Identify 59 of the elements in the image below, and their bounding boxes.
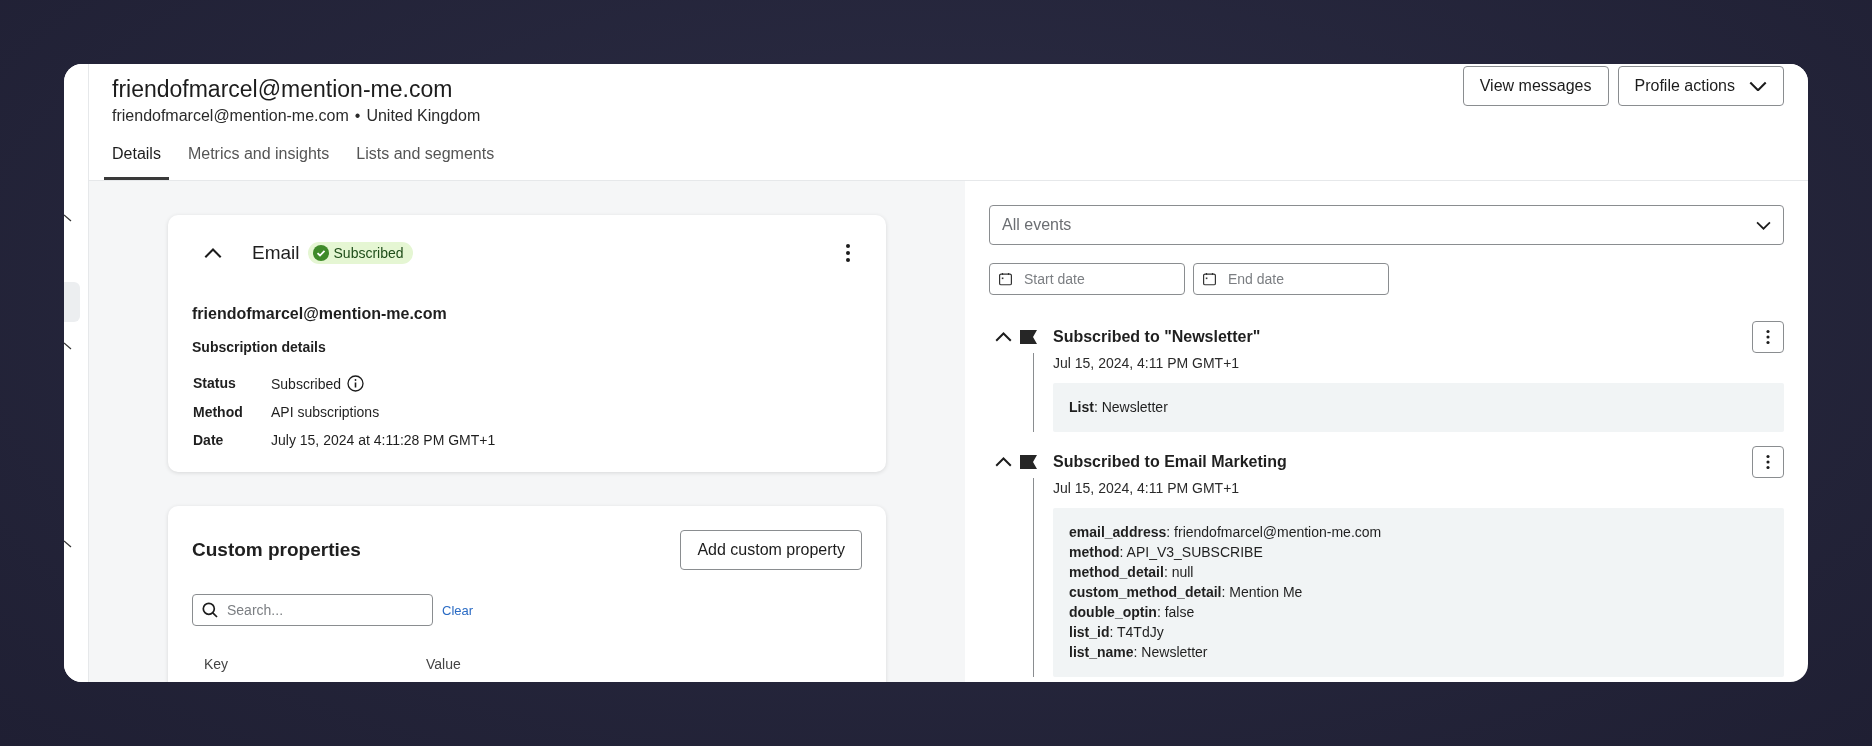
more-icon [1766, 330, 1770, 344]
event-property: method_detail: null [1069, 564, 1195, 581]
calendar-icon [999, 272, 1012, 286]
chevron-icon [64, 342, 72, 350]
action-button[interactable]: View messages [1462, 66, 1609, 106]
event-property: method: API_V3_SUBSCRIBE [1069, 544, 1264, 561]
email-address: friendofmarcel@mention-me.com [192, 305, 448, 323]
chevron-up-icon [204, 247, 222, 259]
clear-link[interactable]: Clear [442, 602, 474, 618]
detail-value: Subscribed [271, 375, 342, 392]
collapse-button[interactable] [995, 456, 1012, 468]
more-icon [1766, 455, 1770, 469]
event-property: List: Newsletter [1069, 399, 1169, 416]
calendar-icon [1203, 272, 1216, 286]
search-icon [202, 602, 218, 618]
chevron-down-icon [1749, 80, 1767, 92]
event-property: list_id: T4TdJy [1069, 624, 1165, 641]
status-badge: Subscribed [307, 242, 413, 264]
date-field[interactable]: End date [1193, 263, 1389, 295]
check-circle-icon [312, 245, 329, 261]
event-property: custom_method_detail: Mention Me [1069, 584, 1304, 601]
search-field[interactable]: Search... [192, 594, 433, 626]
separator-dot: • [354, 107, 361, 125]
chevron-down-icon [1756, 220, 1771, 230]
section-title: Subscription details [192, 339, 327, 355]
event-title: Subscribed to "Newsletter" [1053, 328, 1261, 346]
flag-icon [1020, 455, 1037, 469]
event-title: Subscribed to Email Marketing [1053, 453, 1287, 471]
chevron-up-icon [995, 331, 1012, 343]
column-header: Key [204, 656, 230, 672]
tab[interactable]: Lists and segments [348, 139, 503, 180]
event-time: Jul 15, 2024, 4:11 PM GMT+1 [1053, 355, 1241, 371]
card-title: Custom properties [192, 539, 361, 561]
date-field[interactable]: Start date [989, 263, 1185, 295]
flag-icon [1020, 330, 1037, 344]
tab[interactable]: Metrics and insights [179, 139, 338, 180]
detail-label: Method [193, 404, 244, 420]
event-property: double_optin: false [1069, 604, 1196, 621]
card-title: Email [252, 242, 300, 264]
detail-label: Date [193, 432, 225, 448]
dropdown-button[interactable]: Profile actions [1617, 66, 1784, 106]
event-time: Jul 15, 2024, 4:11 PM GMT+1 [1053, 480, 1241, 496]
event-filter-dropdown[interactable]: All events [989, 205, 1784, 245]
event-property: list_name: Newsletter [1069, 644, 1209, 661]
detail-value: API subscriptions [271, 404, 380, 420]
column-header: Value [426, 656, 462, 672]
collapse-button[interactable] [995, 331, 1012, 343]
profile-email: friendofmarcel@mention-me.com [112, 107, 349, 125]
chevron-icon [64, 540, 72, 548]
info-icon[interactable] [347, 375, 365, 392]
add-property-button[interactable]: Add custom property [680, 530, 862, 570]
profile-country: United Kingdom [366, 107, 481, 125]
profile-title: friendofmarcel@mention-me.com [111, 75, 454, 103]
chevron-icon [64, 214, 72, 222]
detail-value: July 15, 2024 at 4:11:28 PM GMT+1 [271, 432, 496, 448]
detail-label: Status [193, 375, 237, 392]
event-property: email_address: friendofmarcel@mention-me.com [1069, 524, 1383, 541]
chevron-up-icon [995, 456, 1012, 468]
more-icon [846, 243, 850, 263]
